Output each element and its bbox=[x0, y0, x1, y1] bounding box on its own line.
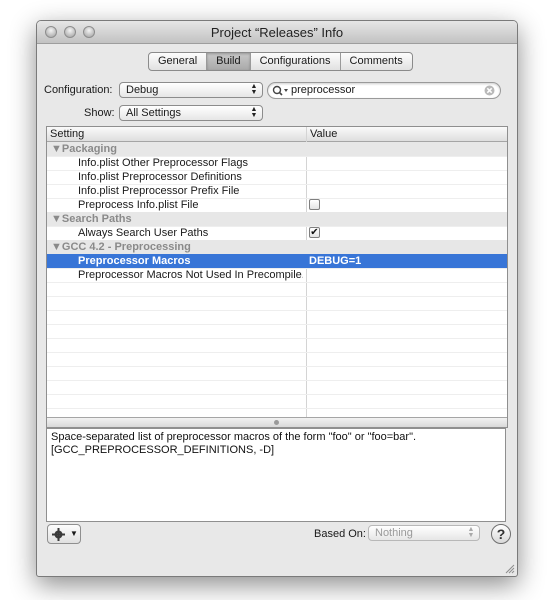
column-header-value[interactable]: Value bbox=[310, 128, 337, 140]
setting-name: Info.plist Other Preprocessor Flags bbox=[78, 157, 248, 169]
search-input[interactable]: preprocessor bbox=[291, 84, 355, 96]
configuration-popup[interactable]: Debug ▲ ▼ bbox=[119, 82, 263, 98]
column-header-setting[interactable]: Setting bbox=[50, 128, 84, 140]
description-build-setting: [GCC_PREPROCESSOR_DEFINITIONS, -D] bbox=[51, 444, 275, 456]
empty-row bbox=[47, 296, 507, 311]
window-title: Project “Releases” Info bbox=[210, 25, 344, 40]
empty-row bbox=[47, 310, 507, 325]
empty-row bbox=[47, 282, 507, 297]
tab-build[interactable]: Build bbox=[206, 53, 250, 70]
title-bar: Project “Releases” Info bbox=[37, 21, 517, 44]
group-label: ▼Search Paths bbox=[51, 213, 132, 225]
popup-arrows-icon: ▲ ▼ bbox=[250, 106, 258, 119]
gear-icon bbox=[52, 528, 65, 541]
setting-name: Info.plist Preprocessor Definitions bbox=[78, 171, 242, 183]
table-row[interactable]: Info.plist Preprocessor Prefix File bbox=[47, 184, 507, 199]
based-on-popup[interactable]: Nothing ▲ ▼ bbox=[368, 525, 480, 541]
group-row-packaging[interactable]: ▼Packaging bbox=[47, 142, 507, 157]
setting-name: Always Search User Paths bbox=[78, 227, 209, 239]
table-row[interactable]: Info.plist Other Preprocessor Flags bbox=[47, 156, 507, 171]
resize-grip-icon[interactable] bbox=[505, 564, 515, 574]
tab-general[interactable]: General bbox=[149, 53, 206, 70]
chevron-down-icon: ▼ bbox=[70, 529, 78, 538]
settings-table: Setting Value ▼Packaging Info.plist Othe… bbox=[46, 126, 508, 428]
group-row-search-paths[interactable]: ▼Search Paths bbox=[47, 212, 507, 227]
setting-name: Preprocessor Macros Not Used In Precompi… bbox=[78, 269, 303, 281]
info-window: Project “Releases” Info General Build Co… bbox=[36, 20, 518, 577]
setting-value[interactable]: DEBUG=1 bbox=[309, 255, 361, 267]
table-row[interactable]: Preprocessor Macros Not Used In Precompi… bbox=[47, 268, 507, 283]
empty-row bbox=[47, 352, 507, 367]
table-header: Setting Value bbox=[47, 127, 507, 142]
show-popup[interactable]: All Settings ▲ ▼ bbox=[119, 105, 263, 121]
setting-name: Info.plist Preprocessor Prefix File bbox=[78, 185, 240, 197]
table-row[interactable]: Preprocess Info.plist File bbox=[47, 198, 507, 213]
group-label: ▼GCC 4.2 - Preprocessing bbox=[51, 241, 191, 253]
group-row-gcc-preprocessing[interactable]: ▼GCC 4.2 - Preprocessing bbox=[47, 240, 507, 255]
popup-arrows-icon: ▲ ▼ bbox=[467, 526, 475, 539]
empty-row bbox=[47, 338, 507, 353]
group-label: ▼Packaging bbox=[51, 143, 117, 155]
action-menu-button[interactable]: ▼ bbox=[47, 524, 81, 544]
table-row[interactable]: Always Search User Paths ✔ bbox=[47, 226, 507, 241]
tab-comments[interactable]: Comments bbox=[339, 53, 412, 70]
based-on-label: Based On: bbox=[314, 528, 366, 540]
help-icon: ? bbox=[496, 526, 506, 542]
empty-row bbox=[47, 394, 507, 409]
tab-bar: General Build Configurations Comments bbox=[148, 52, 413, 71]
clear-search-icon[interactable] bbox=[484, 85, 495, 96]
show-label: Show: bbox=[84, 107, 115, 119]
description-text: Space-separated list of preprocessor mac… bbox=[51, 431, 417, 443]
divider-grip-icon bbox=[274, 420, 279, 425]
always-search-user-paths-checkbox[interactable]: ✔ bbox=[309, 227, 320, 238]
tab-configurations[interactable]: Configurations bbox=[249, 53, 340, 70]
show-value: All Settings bbox=[126, 107, 182, 119]
preprocess-info-plist-checkbox[interactable] bbox=[309, 199, 320, 210]
search-field[interactable]: preprocessor bbox=[267, 82, 501, 99]
popup-arrows-icon: ▲ ▼ bbox=[250, 83, 258, 96]
configuration-value: Debug bbox=[126, 84, 159, 96]
setting-name: Preprocess Info.plist File bbox=[78, 199, 199, 211]
search-icon bbox=[272, 85, 288, 96]
empty-row bbox=[47, 324, 507, 339]
table-row-selected[interactable]: Preprocessor Macros DEBUG=1 bbox=[47, 254, 507, 269]
empty-row bbox=[47, 380, 507, 395]
based-on-value: Nothing bbox=[375, 527, 413, 539]
setting-name: Preprocessor Macros bbox=[78, 255, 191, 267]
split-view-divider[interactable] bbox=[47, 417, 507, 427]
help-button[interactable]: ? bbox=[491, 524, 511, 544]
configuration-label: Configuration: bbox=[44, 84, 113, 96]
table-row[interactable]: Info.plist Preprocessor Definitions bbox=[47, 170, 507, 185]
empty-row bbox=[47, 366, 507, 381]
setting-description: Space-separated list of preprocessor mac… bbox=[46, 428, 506, 522]
